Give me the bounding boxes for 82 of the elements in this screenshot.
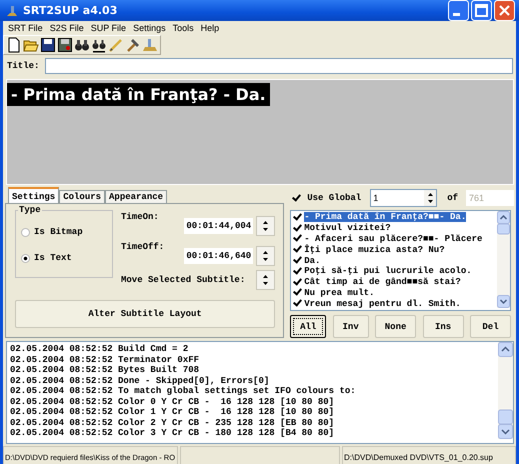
log-line: 02.05.2004 08:52:52 Build Cmd = 2 [10,344,190,354]
log-line: 02.05.2004 08:52:52 Terminator 0xFF [10,354,200,365]
log-line: 02.05.2004 08:52:52 Color 2 Y Cr CB - 235 128 128 [EB 80 80] [10,418,336,428]
spin-arrows-icon [426,192,434,204]
time-field[interactable]: 00:01:46,640 [183,247,254,265]
menu-item[interactable]: Tools [170,22,198,32]
log-line: 02.05.2004 08:52:52 Done - Skipped[0], Errors[0] [10,376,270,386]
spin-button[interactable] [256,270,276,290]
list-item[interactable]: Nu prea mult. [304,288,374,298]
menu-item[interactable]: SRT File [5,22,47,32]
of-label: of [447,193,458,203]
time-label: TimeOff: [121,242,164,252]
spin-arrows-icon [262,220,270,232]
list-button[interactable]: Del [470,315,511,338]
tab[interactable]: Appearance [105,190,168,203]
checkbox[interactable] [293,288,302,298]
group-label: Type [18,205,42,215]
checkbox[interactable] [293,224,302,233]
radio-button[interactable] [21,228,30,236]
binoculars-icon[interactable] [91,37,107,53]
list-button[interactable]: None [375,315,416,338]
checkbox[interactable] [293,256,302,266]
index-field[interactable]: 1 [371,193,378,203]
log-line: 02.05.2004 08:52:52 Color 0 Y Cr CB - 16 128 128 [10 80 80] [10,396,336,407]
total-field: 761 [466,190,514,206]
maximize-icon[interactable] [471,0,492,21]
checkbox[interactable] [293,278,302,287]
tab[interactable]: Settings [8,187,60,203]
list-item[interactable]: Îţi place muzica asta? Nu? [304,244,445,255]
spin-button[interactable] [256,246,276,266]
radio-label: Is Text [34,253,72,263]
spin-button[interactable] [424,190,436,206]
spin-button[interactable] [256,216,276,236]
log-line: 02.05.2004 08:52:52 Bytes Built 708 [10,365,200,376]
menu-item[interactable]: S2S File [46,22,88,32]
checkbox[interactable] [293,245,302,254]
scrollbar-icon[interactable] [497,211,510,308]
list-item[interactable]: Vreun mesaj pentru dl. Smith. [304,298,461,309]
alter-layout-button[interactable]: Alter Subtitle Layout [15,300,276,328]
subtitle-text: - Prima dată în Franţa? - Da. [7,83,270,106]
close-icon[interactable] [494,0,515,21]
menu-item[interactable]: Help [198,22,224,32]
list-button[interactable]: Inv [332,315,369,338]
new-document-icon[interactable] [6,37,22,53]
list-item[interactable]: - Afaceri sau plăcere?■■- Plăcere [304,234,482,244]
log-line: 02.05.2004 08:52:52 To match global settings set IFO colours to: [10,386,357,396]
hammer-icon[interactable] [125,37,141,53]
spin-arrows-icon [262,250,270,262]
window-title: SRT2SUP a4.03 [23,4,118,17]
save-icon[interactable] [57,37,73,53]
move-label: Move Selected Subtitle: [121,275,246,285]
list-item[interactable]: Da. [304,256,320,266]
list-button[interactable]: Ins [422,315,464,338]
list-button[interactable]: All [290,315,326,338]
log-line: 02.05.2004 08:52:52 Color 1 Y Cr CB - 16 128 128 [10 80 80] [10,407,336,418]
checkbox[interactable] [293,299,302,308]
menu-item[interactable]: Settings [130,22,170,32]
checkbox[interactable] [292,194,302,202]
spin-arrows-icon [262,274,270,286]
checkbox[interactable] [293,266,302,276]
log-line: 02.05.2004 08:52:52 Color 3 Y Cr CB - 180 128 128 [B4 80 80] [10,428,336,438]
app-icon [5,4,19,18]
checkbox[interactable] [293,212,302,222]
binoculars-icon[interactable] [74,37,90,53]
title-field[interactable] [45,58,513,74]
menu-item[interactable]: SUP File [88,22,130,32]
radio-label: Is Bitmap [34,227,83,237]
minimize-icon[interactable] [448,0,469,21]
time-label: TimeOn: [121,212,159,222]
title-label: Title: [7,61,40,71]
tab[interactable]: Colours [59,190,106,203]
time-field[interactable]: 00:01:44,004 [183,217,254,235]
checkbox-label: Use Global [307,193,362,203]
list-item[interactable]: Poţi să-ţi pui lucrurile acolo. [304,266,472,276]
status-panel: D:\DVD\Demuxed DVD\VTS_01_0.20.sup [342,446,516,464]
radio-button[interactable] [21,254,30,262]
checkbox[interactable] [293,234,302,244]
list-item[interactable]: Cât timp ai de gând■■să stai? [304,277,461,288]
save-icon[interactable] [40,37,56,53]
scrollbar-icon[interactable] [498,342,513,439]
list-item[interactable]: - Prima dată în Franţa?■■- Da. [304,212,466,222]
list-item[interactable]: Motivul vizitei? [304,223,391,234]
